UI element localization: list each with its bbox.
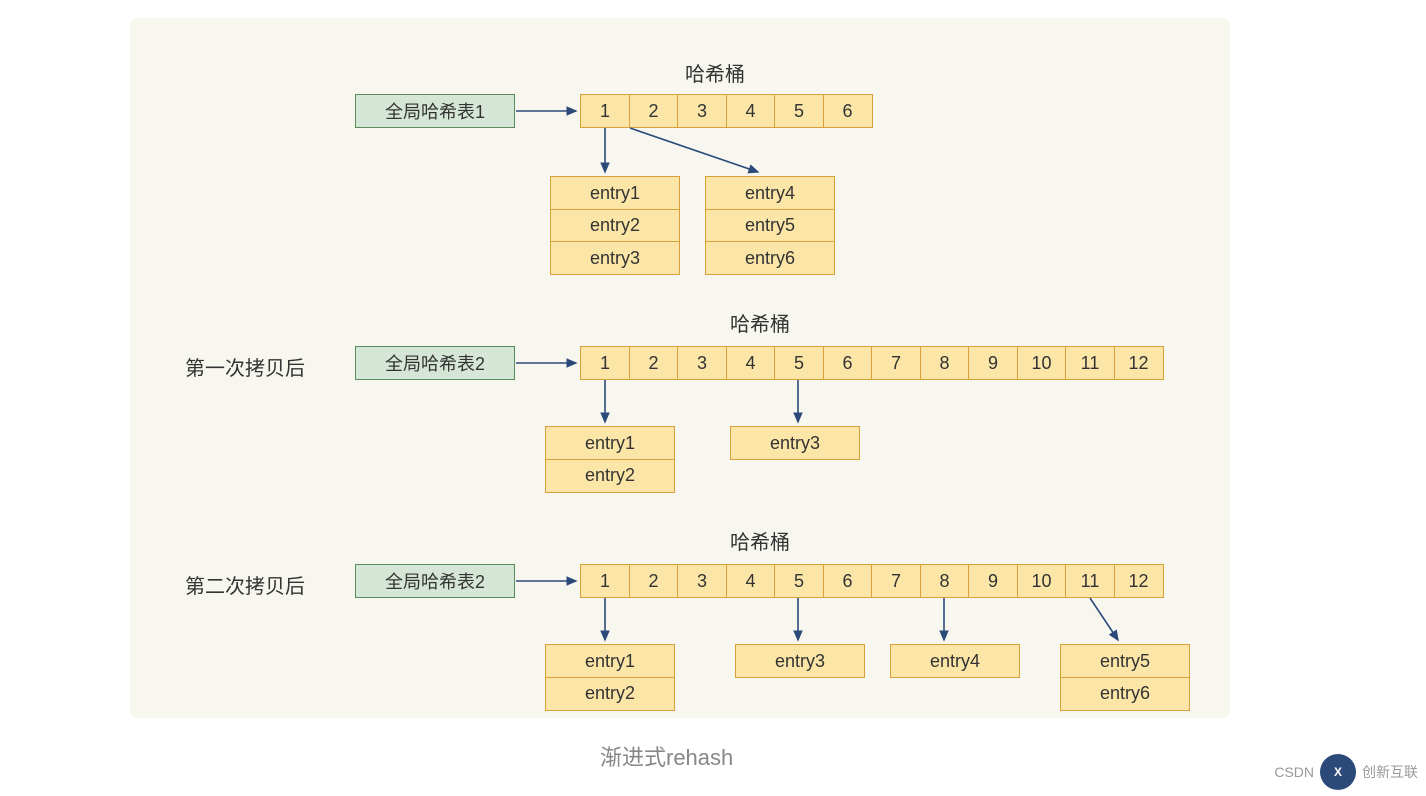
entry-chain: entry4	[890, 644, 1020, 678]
global-table-1: 全局哈希表1	[355, 94, 515, 128]
diagram-panel: 哈希桶 全局哈希表1 1 2 3 4 5 6 entry1 entry2 ent…	[130, 18, 1230, 718]
bucket-cell: 10	[1017, 564, 1067, 598]
watermark-right: 创新互联	[1362, 762, 1418, 782]
entry-chain: entry1 entry2	[545, 644, 675, 711]
stage-label-2: 第一次拷贝后	[185, 352, 305, 381]
watermark-badge-icon: X	[1320, 754, 1356, 790]
global-table-2b: 全局哈希表2	[355, 564, 515, 598]
entry-cell: entry1	[545, 644, 675, 678]
bucket-cell: 9	[968, 346, 1018, 380]
bucket-cell: 7	[871, 564, 921, 598]
bucket-cell: 5	[774, 564, 824, 598]
entry-chain: entry1 entry2	[545, 426, 675, 493]
entry-cell: entry2	[550, 209, 680, 243]
bucket-cell: 2	[629, 346, 679, 380]
global-table-2a: 全局哈希表2	[355, 346, 515, 380]
entry-cell: entry4	[705, 176, 835, 210]
bucket-cell: 3	[677, 346, 727, 380]
bucket-cell: 3	[677, 564, 727, 598]
entry-chain: entry4 entry5 entry6	[705, 176, 835, 275]
watermark-left: CSDN	[1274, 764, 1314, 780]
bucket-cell: 11	[1065, 346, 1115, 380]
bucket-cell: 5	[774, 346, 824, 380]
diagram-caption: 渐进式rehash	[600, 740, 733, 772]
bucket-cell: 4	[726, 94, 776, 128]
bucket-cell: 1	[580, 94, 630, 128]
bucket-row-2: 1 2 3 4 5 6 7 8 9 10 11 12	[580, 346, 1164, 380]
bucket-cell: 11	[1065, 564, 1115, 598]
bucket-cell: 6	[823, 346, 873, 380]
bucket-cell: 5	[774, 94, 824, 128]
entry-cell: entry1	[550, 176, 680, 210]
bucket-cell: 8	[920, 346, 970, 380]
entry-cell: entry3	[730, 426, 860, 460]
watermark: CSDN X 创新互联	[1274, 754, 1418, 790]
bucket-cell: 6	[823, 564, 873, 598]
bucket-cell: 1	[580, 346, 630, 380]
bucket-row-3: 1 2 3 4 5 6 7 8 9 10 11 12	[580, 564, 1164, 598]
entry-chain: entry5 entry6	[1060, 644, 1190, 711]
bucket-title-2: 哈希桶	[730, 308, 790, 337]
bucket-cell: 2	[629, 94, 679, 128]
bucket-cell: 12	[1114, 346, 1164, 380]
bucket-cell: 4	[726, 346, 776, 380]
bucket-cell: 4	[726, 564, 776, 598]
bucket-row-1: 1 2 3 4 5 6	[580, 94, 873, 128]
entry-cell: entry6	[705, 241, 835, 275]
entry-cell: entry3	[550, 241, 680, 275]
bucket-cell: 10	[1017, 346, 1067, 380]
entry-cell: entry5	[705, 209, 835, 243]
entry-cell: entry2	[545, 459, 675, 493]
entry-chain: entry3	[735, 644, 865, 678]
entry-cell: entry1	[545, 426, 675, 460]
entry-chain: entry3	[730, 426, 860, 460]
entry-chain: entry1 entry2 entry3	[550, 176, 680, 275]
bucket-cell: 6	[823, 94, 873, 128]
bucket-cell: 8	[920, 564, 970, 598]
bucket-cell: 12	[1114, 564, 1164, 598]
bucket-cell: 2	[629, 564, 679, 598]
bucket-cell: 3	[677, 94, 727, 128]
stage-label-3: 第二次拷贝后	[185, 570, 305, 599]
bucket-title-3: 哈希桶	[730, 526, 790, 555]
entry-cell: entry3	[735, 644, 865, 678]
bucket-cell: 9	[968, 564, 1018, 598]
bucket-cell: 7	[871, 346, 921, 380]
entry-cell: entry6	[1060, 677, 1190, 711]
entry-cell: entry4	[890, 644, 1020, 678]
entry-cell: entry2	[545, 677, 675, 711]
bucket-title-1: 哈希桶	[685, 58, 745, 87]
bucket-cell: 1	[580, 564, 630, 598]
entry-cell: entry5	[1060, 644, 1190, 678]
